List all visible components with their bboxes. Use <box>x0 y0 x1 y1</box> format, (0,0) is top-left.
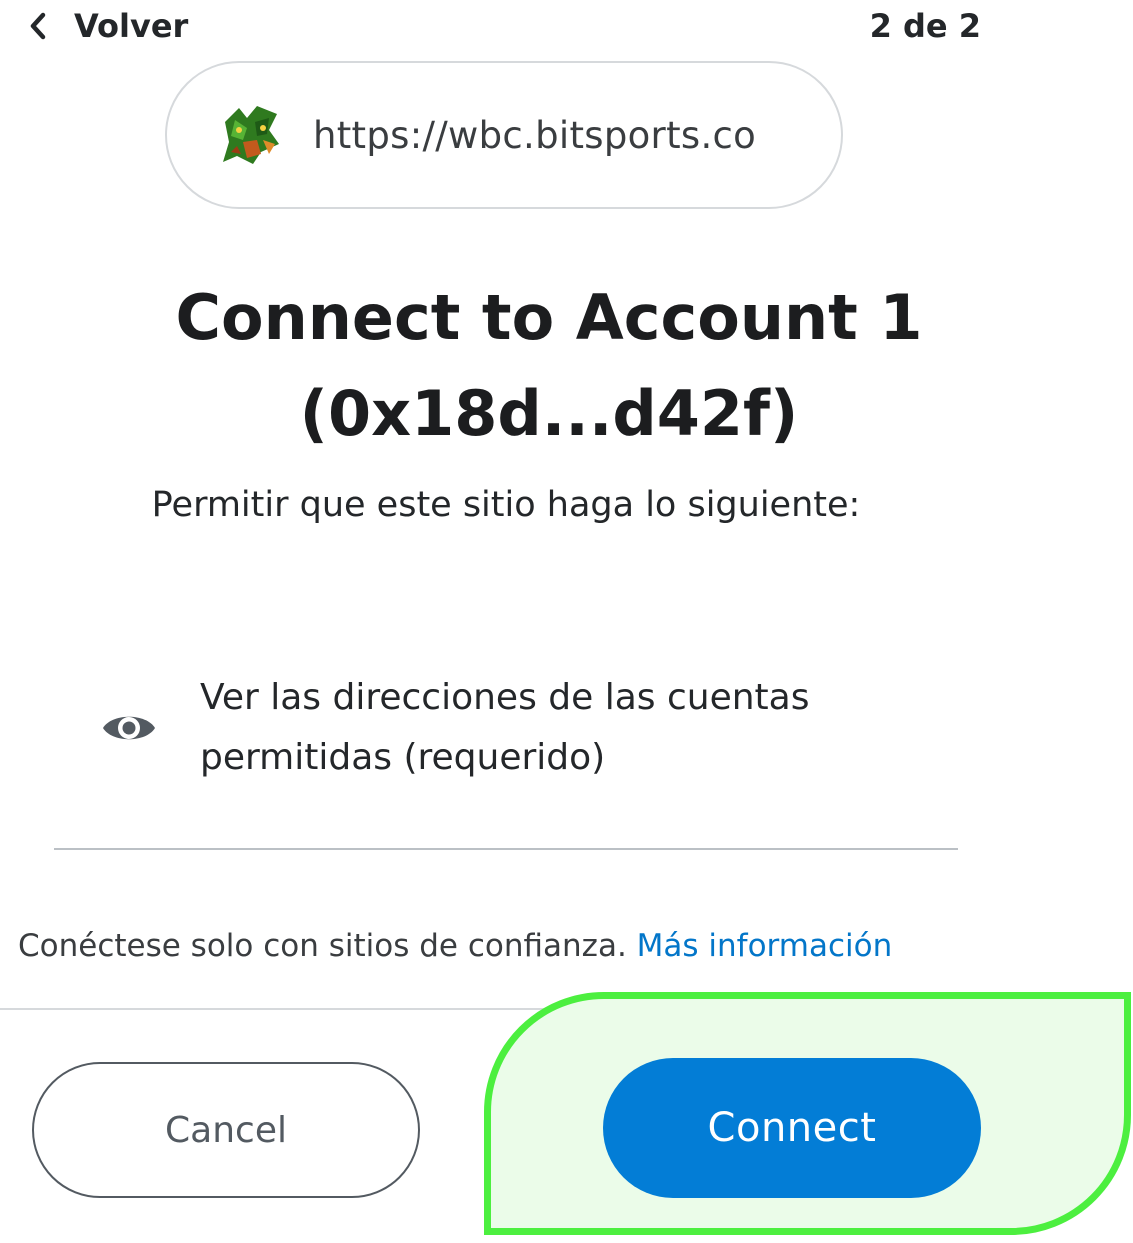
site-origin-url: https://wbc.bitsports.co <box>313 113 757 157</box>
permissions-subtitle: Permitir que este sitio haga lo siguient… <box>151 485 861 525</box>
permission-item: Ver las direcciones de las cuentas permi… <box>100 668 960 788</box>
site-origin-pill: https://wbc.bitsports.co <box>165 61 843 209</box>
connect-button[interactable]: Connect <box>603 1058 981 1198</box>
back-label: Volver <box>74 7 189 45</box>
step-indicator: 2 de 2 <box>869 7 981 45</box>
learn-more-link[interactable]: Más información <box>637 928 893 964</box>
trust-notice: Conéctese solo con sitios de confianza. … <box>18 920 1018 972</box>
page-title: Connect to Account 1 (0x18d...d42f) <box>0 270 1098 462</box>
permission-text: Ver las direcciones de las cuentas permi… <box>200 677 810 778</box>
title-address-line: (0x18d...d42f) <box>299 377 799 450</box>
trust-notice-text: Conéctese solo con sitios de confianza. <box>18 928 627 964</box>
title-account-line: Connect to Account 1 <box>175 281 923 354</box>
eye-icon <box>103 716 155 740</box>
site-favicon-icon <box>217 100 287 170</box>
connect-page: Volver 2 de 2 https://wbc.bitsports.co C… <box>0 0 1133 1243</box>
cancel-button[interactable]: Cancel <box>32 1062 420 1198</box>
chevron-left-icon <box>30 12 46 40</box>
divider <box>54 848 958 850</box>
back-button[interactable]: Volver <box>28 4 188 48</box>
